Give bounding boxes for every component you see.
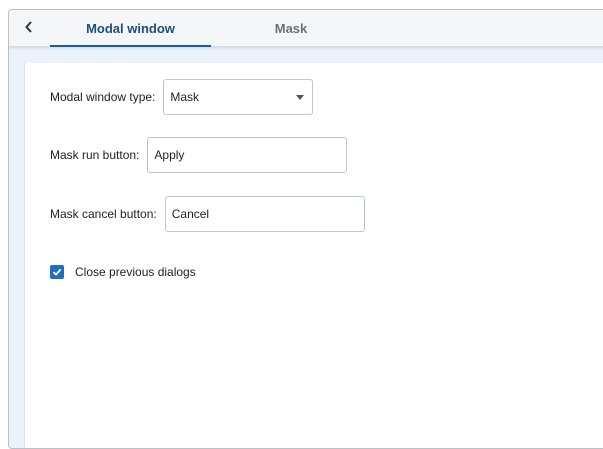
caret-down-icon: [296, 94, 305, 100]
run-button-label: Mask run button:: [50, 148, 140, 162]
modal-type-value: Mask: [170, 90, 200, 104]
window-frame: Modal window Mask Modal window type: Mas…: [8, 9, 603, 449]
modal-type-select[interactable]: Mask: [163, 79, 314, 115]
cancel-button-label: Mask cancel button:: [50, 207, 157, 221]
cancel-button-input[interactable]: [164, 196, 365, 232]
tab-bar: Modal window Mask: [9, 10, 603, 47]
chevron-left-icon: [25, 21, 32, 33]
back-button[interactable]: [19, 17, 39, 37]
close-previous-row: Close previous dialogs: [50, 265, 196, 279]
run-button-input[interactable]: [147, 137, 348, 173]
tab-mask[interactable]: Mask: [211, 10, 371, 46]
modal-type-row: Modal window type: Mask: [50, 79, 314, 115]
tab-mask-label: Mask: [274, 20, 308, 36]
checkmark-icon: [52, 268, 62, 276]
close-previous-checkbox[interactable]: [50, 265, 64, 279]
tab-modal-window-label: Modal window: [86, 20, 175, 36]
run-button-row: Mask run button:: [50, 137, 348, 173]
cancel-button-row: Mask cancel button:: [50, 196, 365, 232]
modal-type-label: Modal window type:: [50, 90, 156, 104]
tab-modal-window[interactable]: Modal window: [50, 10, 211, 47]
settings-panel: Modal window type: Mask Mask run button:…: [24, 63, 603, 448]
close-previous-label: Close previous dialogs: [75, 265, 196, 279]
